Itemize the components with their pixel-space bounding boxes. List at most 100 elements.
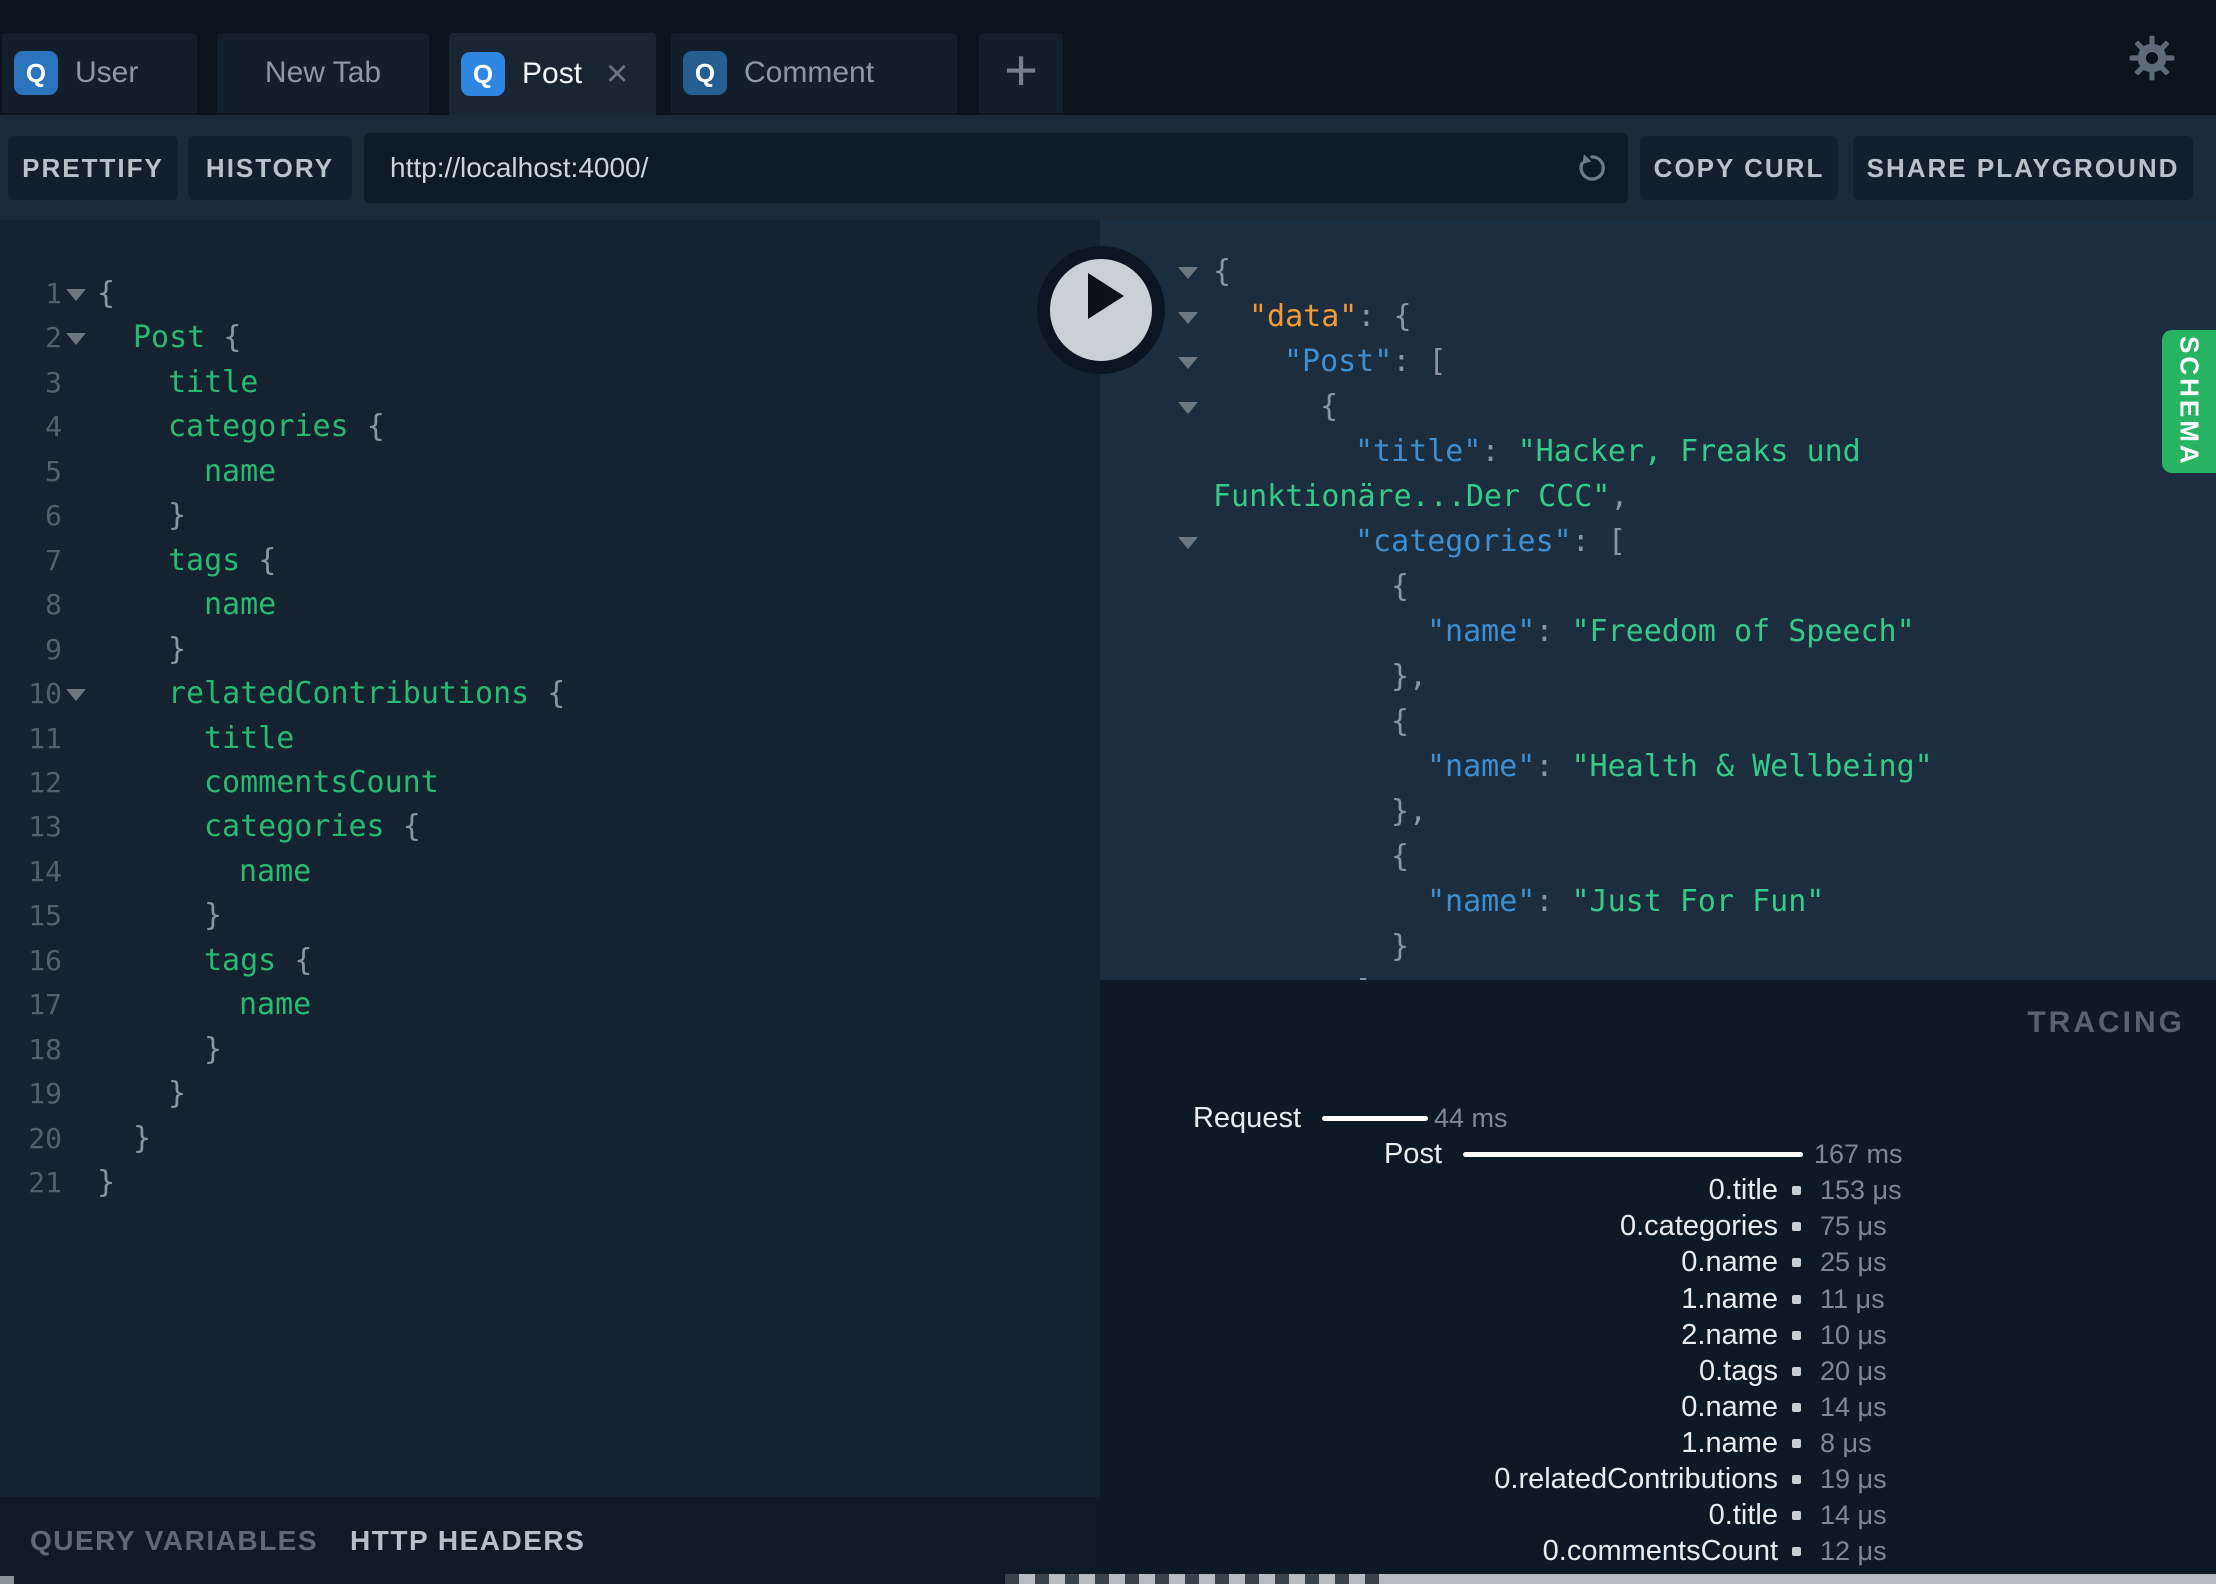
response-line: "Post": [ [1100, 340, 2216, 384]
line-number: 6 [45, 499, 62, 532]
play-icon [1088, 273, 1124, 319]
line-number: 3 [45, 366, 62, 399]
token-g: commentsCount [204, 765, 439, 800]
prettify-button[interactable]: PRETTIFY [8, 136, 178, 200]
code-text: } [168, 1072, 186, 1116]
query-line: 14 name [0, 850, 1100, 894]
code-text: } [1391, 925, 1409, 969]
tab-post[interactable]: Q Post × [449, 33, 656, 115]
query-editor[interactable]: 1{2 Post {3 title 4 categories {5 name 6} 7 tags… [0, 220, 1100, 1584]
tracing-dot [1792, 1475, 1801, 1484]
query-line: 1{ [0, 272, 1100, 316]
fold-arrow-icon[interactable] [66, 333, 86, 345]
query-line: 8 name [0, 583, 1100, 627]
code-text: categories { [204, 805, 421, 849]
line-number: 17 [28, 988, 62, 1021]
response-line: "name": "Health & Wellbeing" [1100, 745, 2216, 789]
fold-arrow-icon[interactable] [66, 289, 86, 301]
execute-button[interactable] [1037, 246, 1165, 374]
history-button[interactable]: HISTORY [188, 136, 352, 200]
code-text: } [168, 494, 186, 538]
token-v: "Just For Fun" [1571, 884, 1825, 919]
code-text: "Post": [ [1284, 340, 1447, 384]
line-number: 11 [28, 722, 62, 755]
close-tab-icon[interactable]: × [606, 55, 628, 93]
tracing-label: 0.commentsCount [1542, 1535, 1778, 1567]
code-text: title [168, 361, 258, 405]
tracing-value: 12 μs [1820, 1536, 1887, 1566]
fold-arrow-icon[interactable] [1178, 312, 1198, 324]
copy-curl-button[interactable]: COPY CURL [1640, 136, 1838, 200]
tracing-value: 19 μs [1820, 1464, 1887, 1494]
endpoint-input[interactable] [364, 133, 1628, 203]
tab-user[interactable]: Q User [2, 33, 197, 113]
token-p: } [204, 898, 223, 933]
line-number: 13 [28, 810, 62, 843]
tab-query-variables[interactable]: QUERY VARIABLES [30, 1525, 318, 1557]
tab-label: New Tab [264, 56, 382, 89]
tab-http-headers[interactable]: HTTP HEADERS [350, 1525, 585, 1557]
query-line: 6} [0, 494, 1100, 538]
new-tab-button[interactable]: + [979, 33, 1063, 113]
code-text: name [204, 583, 276, 627]
schema-tab[interactable]: SCHEMA [2162, 330, 2216, 473]
token-b: "name" [1427, 749, 1536, 784]
token-g: name [204, 587, 277, 622]
code-text: "title": "Hacker, Freaks und [1355, 430, 1861, 474]
tracing-dot [1792, 1331, 1801, 1340]
query-line: 13 categories { [0, 805, 1100, 849]
tracing-row: 1.name 8 μs [1100, 1425, 2216, 1461]
tracing-value: 20 μs [1820, 1356, 1887, 1386]
query-line: 21} [0, 1161, 1100, 1205]
tracing-dot [1792, 1186, 1801, 1195]
token-p: : [1535, 749, 1572, 784]
tracing-row: Request 44 ms [1100, 1100, 2216, 1136]
scrollbar-thumb[interactable] [1005, 1574, 1390, 1584]
token-v: "Hacker, Freaks und [1517, 434, 1861, 469]
fold-arrow-icon[interactable] [1178, 402, 1198, 414]
plus-icon: + [1004, 38, 1038, 103]
line-number: 8 [45, 588, 62, 621]
response-line: }, [1100, 790, 2216, 834]
response-line: Funktionäre...Der CCC", [1100, 475, 2216, 519]
fold-arrow-icon[interactable] [1178, 357, 1198, 369]
tab-comment[interactable]: Q Comment [671, 33, 957, 113]
token-p: }, [1391, 659, 1428, 694]
code-text: name [239, 850, 311, 894]
response-line: { [1100, 385, 2216, 429]
tracing-panel[interactable]: TRACING Request 44 ms Post 167 ms 0.title 153… [1100, 980, 2216, 1584]
token-p: { [1213, 254, 1232, 289]
tracing-dot [1792, 1547, 1801, 1556]
tab-label: User [75, 56, 139, 89]
tracing-dot [1792, 1511, 1801, 1520]
tab-new-tab[interactable]: New Tab [217, 33, 429, 113]
query-line: 2 Post { [0, 316, 1100, 360]
query-type-badge: Q [14, 51, 58, 95]
tracing-dot [1792, 1295, 1801, 1304]
settings-gear-icon[interactable] [2128, 34, 2176, 82]
code-text: "name": "Freedom of Speech" [1427, 610, 1915, 654]
tracing-row: 1.name 11 μs [1100, 1281, 2216, 1317]
query-line: 5 name [0, 450, 1100, 494]
fold-arrow-icon[interactable] [1178, 267, 1198, 279]
token-g: categories [168, 409, 367, 444]
tracing-dot [1792, 1403, 1801, 1412]
code-text: name [204, 450, 276, 494]
reload-icon[interactable] [1574, 150, 1610, 186]
horizontal-scrollbar[interactable] [1005, 1574, 2216, 1584]
token-p: { [1391, 569, 1410, 604]
token-p: { [1320, 389, 1339, 424]
fold-arrow-icon[interactable] [66, 689, 86, 701]
token-p: { [223, 320, 242, 355]
query-line: 9} [0, 628, 1100, 672]
line-number: 12 [28, 766, 62, 799]
tracing-row: 0.tags 20 μs [1100, 1353, 2216, 1389]
line-number: 14 [28, 855, 62, 888]
tracing-label: 2.name [1681, 1319, 1778, 1351]
code-text: } [204, 1028, 222, 1072]
fold-arrow-icon[interactable] [1178, 537, 1198, 549]
tab-bar: Q User New Tab Q Post × Q Comment + [0, 0, 2216, 115]
editor-bottom-bar: QUERY VARIABLES HTTP HEADERS [0, 1497, 1100, 1584]
share-playground-button[interactable]: SHARE PLAYGROUND [1853, 136, 2193, 200]
query-line: 10 relatedContributions { [0, 672, 1100, 716]
